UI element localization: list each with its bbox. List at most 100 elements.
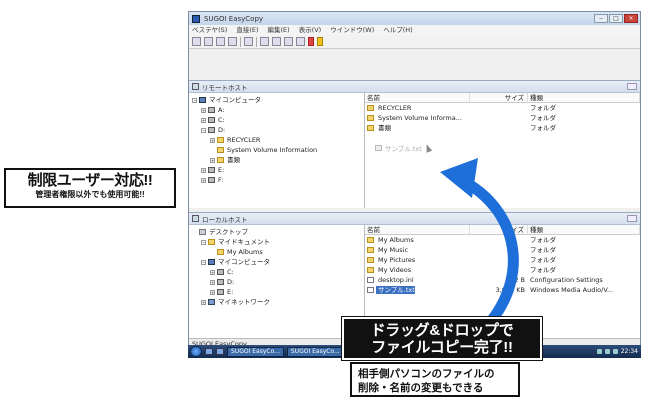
expander-icon[interactable]: + [210,269,215,275]
column-name[interactable]: 名前 [365,225,470,234]
cut-icon[interactable] [272,37,281,46]
file-type: フォルダ [530,266,556,274]
local-pane-title: ローカルホスト [189,213,640,225]
quicklaunch-icon[interactable] [216,348,224,355]
tree-node[interactable]: − マイドキュメント [192,237,361,247]
tree-node[interactable]: System Volume Information [192,145,361,155]
tree-node[interactable]: My Albums [192,247,361,257]
column-name[interactable]: 名前 [365,93,470,102]
expander-icon[interactable]: + [201,177,206,183]
tree-node[interactable]: + D: [192,277,361,287]
tree-node-label: マイコンピュータ [218,258,270,266]
tree-node-label: マイコンピュータ [209,96,261,104]
expander-icon[interactable]: − [201,259,206,265]
expander-icon[interactable]: + [210,279,215,285]
tray-icon[interactable] [612,349,618,354]
copy-icon[interactable] [284,37,293,46]
file-row[interactable]: System Volume Informa... フォルダ [365,113,640,123]
tree-node[interactable]: + C: [192,267,361,277]
file-name: 書類 [378,124,391,132]
column-size[interactable]: サイズ [470,93,528,102]
window-titlebar[interactable]: SUGOI EasyCopy ‒ □ × [189,12,640,25]
expander-icon[interactable]: + [210,157,215,163]
column-size[interactable]: サイズ [470,225,528,234]
pane-toggle-button[interactable] [627,215,637,222]
expander-icon[interactable]: − [192,97,197,103]
tray-icon[interactable] [596,349,602,354]
network-icon [208,299,215,305]
expander-icon[interactable]: − [201,127,206,133]
remote-edit-callout: 相手側パソコンのファイルの 削除・名前の変更もできる [350,362,520,397]
disconnect-icon[interactable] [204,37,213,46]
file-size [470,103,528,113]
tree-node-label: A: [218,106,225,114]
tree-node[interactable]: + F: [192,175,361,185]
local-folder-tree[interactable]: デスクトップ − マイドキュメント My Albums − マイコンピュータ + C: + D: +… [189,225,365,338]
file-row[interactable]: サンプル.txt 3,048 KB Windows Media Audio/V... [365,285,640,295]
menu-bar: ベステヤ(S) 直接(E) 編集(E) 表示(V) ウインドウ(W) ヘルプ(H… [189,25,640,35]
expander-icon[interactable]: + [201,167,206,173]
paste-icon[interactable] [296,37,305,46]
expander-icon[interactable]: − [201,239,206,245]
expander-icon[interactable]: + [201,107,206,113]
file-row[interactable]: 書類 フォルダ [365,123,640,133]
tree-node[interactable]: + A: [192,105,361,115]
tree-node-label: D: [218,126,226,134]
tree-node[interactable]: − マイコンピュータ [192,95,361,105]
file-row[interactable]: My Albums フォルダ [365,235,640,245]
drive-icon [208,167,215,173]
menu-item[interactable]: 表示(V) [299,25,322,35]
close-button[interactable]: × [624,14,638,23]
toolbar-separator [240,36,241,47]
delete-icon[interactable] [308,37,314,46]
settings-icon[interactable] [244,37,253,46]
remote-file-list[interactable]: 名前 サイズ 種類 RECYCLER フォルダ System Volume Info… [365,93,640,208]
menu-item[interactable]: 編集(E) [268,25,290,35]
menu-item[interactable]: ウインドウ(W) [330,25,374,35]
tray-icon[interactable] [604,349,610,354]
tree-node-label: E: [218,166,225,174]
expander-icon[interactable]: + [201,299,206,305]
tree-node[interactable]: + RECYCLER [192,135,361,145]
tree-node[interactable]: + E: [192,165,361,175]
column-type[interactable]: 種類 [528,93,640,102]
menu-item[interactable]: 直接(E) [236,25,258,35]
print-icon[interactable] [228,37,237,46]
menu-item[interactable]: ベステヤ(S) [192,25,227,35]
expander-icon[interactable]: + [201,117,206,123]
connect-icon[interactable] [192,37,201,46]
drive-icon [217,289,224,295]
refresh-icon[interactable] [216,37,225,46]
expander-icon[interactable]: + [210,137,215,143]
menu-item[interactable]: ヘルプ(H) [383,25,412,35]
tree-node[interactable]: + マイネットワーク [192,297,361,307]
tree-node-label: RECYCLER [227,136,261,144]
tree-node-label: F: [218,176,224,184]
quicklaunch-icon[interactable] [205,348,213,355]
file-row[interactable]: My Videos フォルダ [365,265,640,275]
tree-node[interactable]: − マイコンピュータ [192,257,361,267]
tree-node[interactable]: デスクトップ [192,227,361,237]
file-row[interactable]: desktop.ini 412 B Configuration Settings [365,275,640,285]
tree-node[interactable]: − D: [192,125,361,135]
pane-toggle-button[interactable] [627,83,637,90]
tree-node[interactable]: + E: [192,287,361,297]
expander-icon[interactable]: + [210,289,215,295]
help-icon[interactable] [317,37,323,46]
minimize-button[interactable]: ‒ [594,14,608,23]
toolbar-separator [256,36,257,47]
remote-folder-tree[interactable]: − マイコンピュータ + A: + C: − D: + RECYCLER System Volume… [189,93,365,208]
taskbar-task[interactable]: SUGOI EasyCo... [286,346,344,357]
new-file-icon[interactable] [260,37,269,46]
file-row[interactable]: My Pictures フォルダ [365,255,640,265]
file-row[interactable]: RECYCLER フォルダ [365,103,640,113]
badge-subtitle: 管理者権限以外でも使用可能!! [35,190,145,199]
cursor-icon [423,143,433,153]
start-button[interactable] [190,346,202,357]
tree-node[interactable]: + 書類 [192,155,361,165]
maximize-button[interactable]: □ [609,14,623,23]
tree-node[interactable]: + C: [192,115,361,125]
taskbar-task[interactable]: SUGOI EasyCo... [227,346,284,357]
column-type[interactable]: 種類 [528,225,640,234]
file-row[interactable]: My Music フォルダ [365,245,640,255]
